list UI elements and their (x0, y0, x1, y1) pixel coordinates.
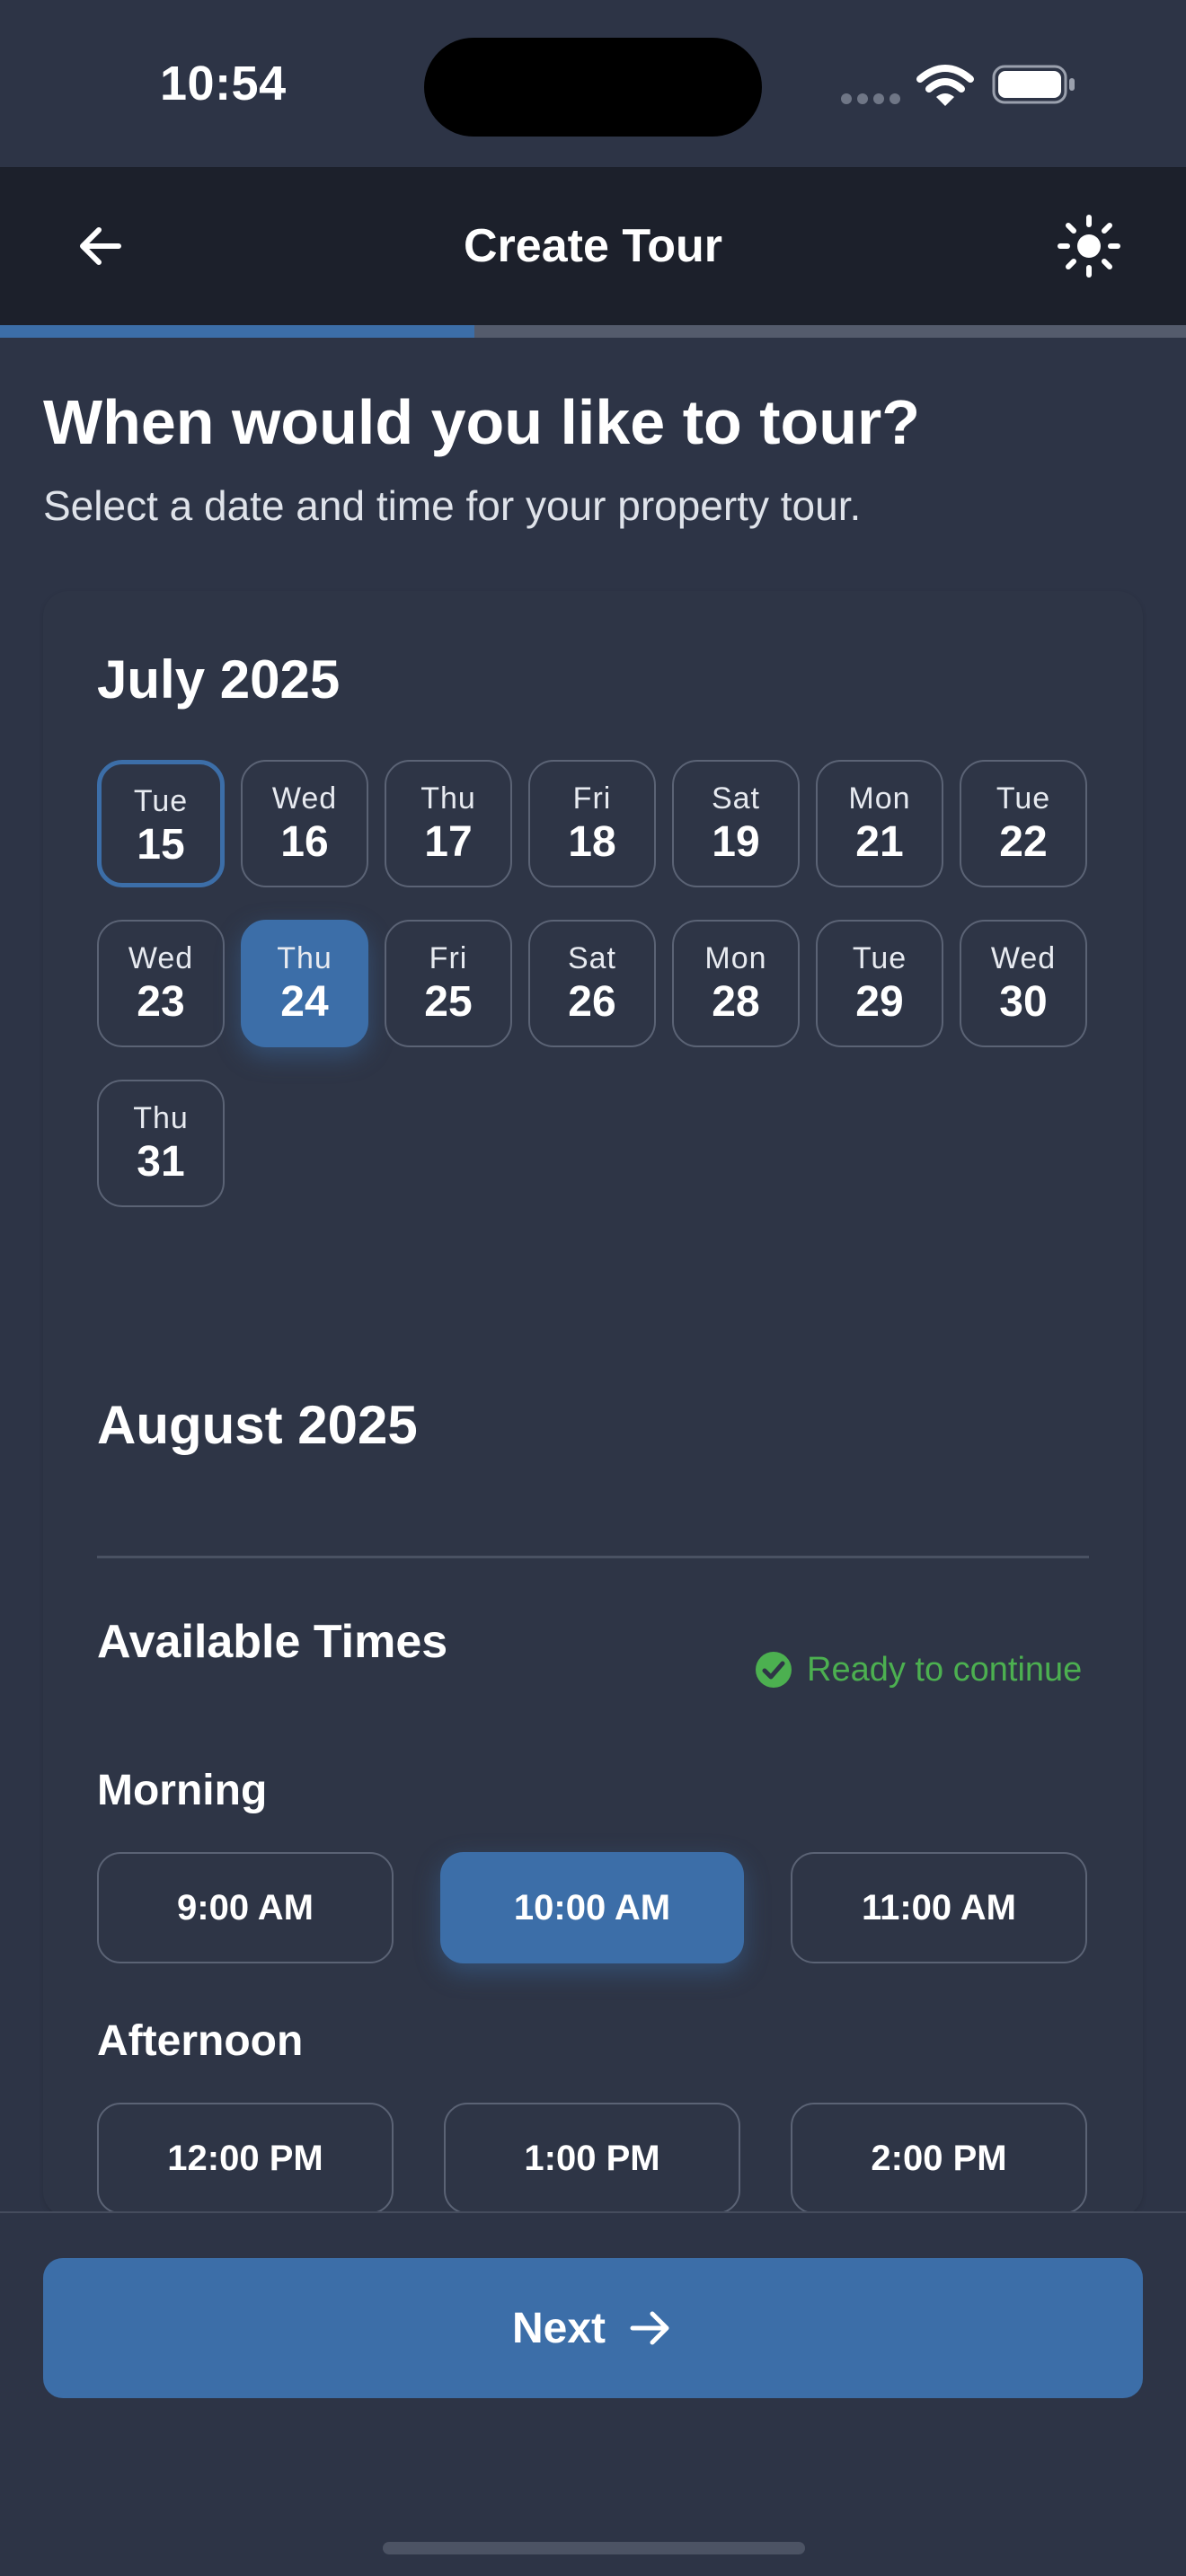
nav-bar: Create Tour (0, 167, 1186, 325)
date-weekday: Tue (852, 941, 907, 975)
status-bar: 10:54 (0, 0, 1186, 167)
date-weekday: Tue (133, 784, 189, 818)
check-circle-icon (756, 1652, 792, 1688)
month-title: August 2025 (97, 1395, 418, 1455)
date-day: 23 (137, 978, 185, 1026)
page-title: When would you like to tour? (43, 387, 921, 457)
date-weekday: Mon (848, 781, 911, 816)
date-day: 29 (855, 978, 904, 1026)
date-chip[interactable]: Wed 16 (241, 760, 368, 887)
ready-status: Ready to continue (755, 1649, 1082, 1690)
date-chip[interactable]: Tue 22 (960, 760, 1087, 887)
date-weekday: Mon (704, 941, 767, 975)
progress-bar (0, 325, 1186, 338)
period-label: Afternoon (97, 2017, 304, 2065)
date-weekday: Sat (711, 781, 761, 816)
screen: 10:54 Create Tour When would you like to… (0, 0, 1186, 2576)
time-slot-button[interactable]: 9:00 AM (97, 1852, 394, 1963)
date-day: 28 (712, 978, 760, 1026)
date-day: 21 (855, 818, 904, 866)
time-slot-button[interactable]: 11:00 AM (791, 1852, 1087, 1963)
date-day: 18 (568, 818, 616, 866)
date-weekday: Thu (133, 1101, 189, 1135)
date-chip[interactable]: Fri 25 (385, 920, 512, 1047)
date-day: 31 (137, 1138, 185, 1186)
wifi-icon (916, 65, 974, 106)
date-weekday: Sat (567, 941, 617, 975)
date-chip[interactable]: Wed 30 (960, 920, 1087, 1047)
cellular-signal-icon (841, 93, 902, 104)
sun-icon (1058, 215, 1120, 278)
date-chip[interactable]: Sat 26 (528, 920, 656, 1047)
time-slot-button[interactable]: 1:00 PM (444, 2103, 740, 2214)
date-chip[interactable]: Mon 21 (816, 760, 943, 887)
theme-toggle-button[interactable] (1046, 203, 1132, 289)
available-times-title: Available Times (97, 1616, 448, 1668)
date-day: 19 (712, 818, 760, 866)
bottom-bar: Next (0, 2211, 1186, 2576)
ready-status-text: Ready to continue (807, 1650, 1083, 1689)
date-day: 25 (424, 978, 473, 1026)
nav-title: Create Tour (464, 220, 722, 272)
date-chip[interactable]: Wed 23 (97, 920, 225, 1047)
date-weekday: Tue (996, 781, 1051, 816)
date-chip[interactable]: Thu 17 (385, 760, 512, 887)
date-weekday: Thu (277, 941, 332, 975)
date-day: 17 (424, 818, 473, 866)
next-button[interactable]: Next (43, 2258, 1143, 2398)
progress-fill (0, 325, 474, 338)
date-day: 30 (999, 978, 1048, 1026)
time-slot-button[interactable]: 10:00 AM (440, 1852, 744, 1963)
date-weekday: Fri (429, 941, 468, 975)
dynamic-island (424, 38, 762, 137)
date-chip[interactable]: Mon 28 (672, 920, 800, 1047)
period-label: Morning (97, 1767, 268, 1814)
date-weekday: Wed (990, 941, 1057, 975)
date-day: 22 (999, 818, 1048, 866)
date-chip[interactable]: Sat 19 (672, 760, 800, 887)
time-slot-button[interactable]: 12:00 PM (97, 2103, 394, 2214)
page-subtitle: Select a date and time for your property… (43, 482, 862, 529)
home-indicator (383, 2542, 805, 2554)
next-button-label: Next (511, 2304, 606, 2352)
date-weekday: Fri (572, 781, 612, 816)
date-chip[interactable]: Fri 18 (528, 760, 656, 887)
battery-icon (992, 65, 1075, 104)
date-day: 16 (280, 818, 329, 866)
date-chip[interactable]: Tue 15 (97, 760, 225, 887)
date-day: 15 (137, 821, 185, 869)
divider (97, 1556, 1089, 1558)
date-chip[interactable]: Tue 29 (816, 920, 943, 1047)
date-day: 24 (280, 978, 329, 1026)
date-chip[interactable]: Thu 24 (241, 920, 368, 1047)
month-title: July 2025 (97, 649, 341, 710)
date-day: 26 (568, 978, 616, 1026)
status-time: 10:54 (160, 57, 287, 110)
arrow-right-icon (630, 2311, 669, 2345)
date-weekday: Wed (128, 941, 194, 975)
date-chip[interactable]: Thu 31 (97, 1080, 225, 1207)
date-weekday: Thu (420, 781, 476, 816)
date-weekday: Wed (271, 781, 338, 816)
time-slot-button[interactable]: 2:00 PM (791, 2103, 1087, 2214)
